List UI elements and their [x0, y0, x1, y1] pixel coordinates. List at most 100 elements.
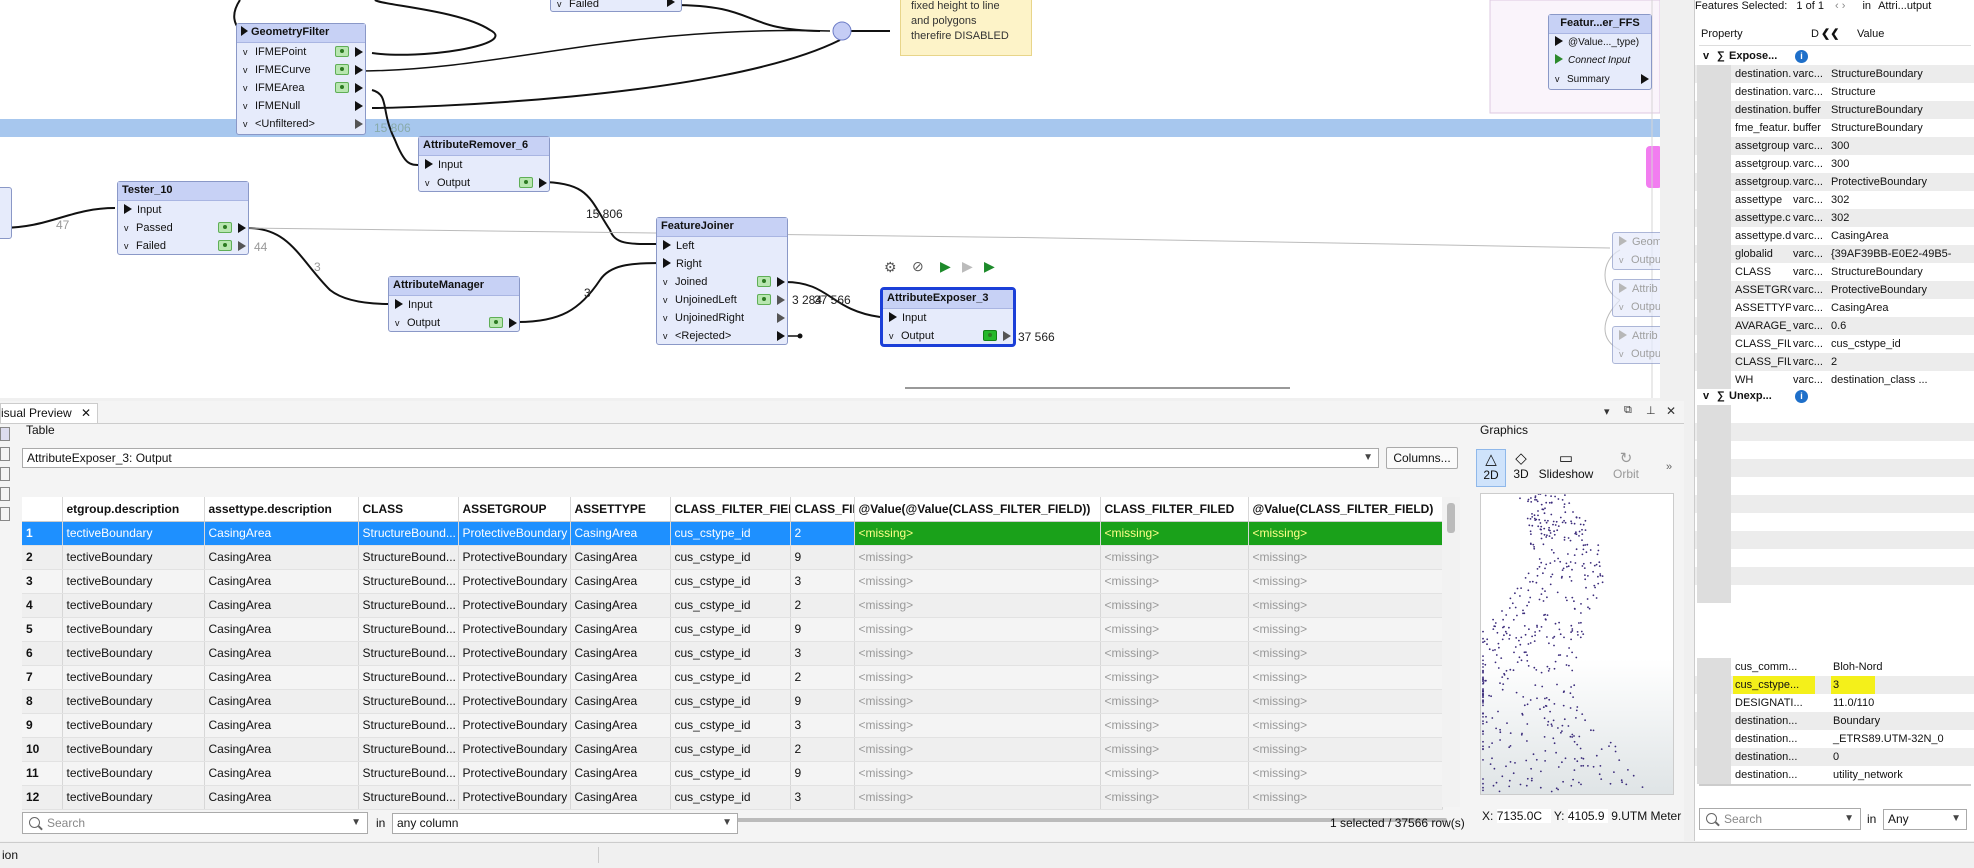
table-row[interactable]: 12 tectiveBoundary CasingArea StructureBoun… — [22, 785, 1443, 810]
column-header[interactable]: ASSETGROUP — [458, 497, 571, 522]
annotation-note[interactable]: fixed height to line and polygons theref… — [900, 0, 1032, 56]
output-port-arrow-icon[interactable] — [355, 65, 363, 75]
more-icon[interactable]: » — [1666, 461, 1672, 473]
column-header[interactable]: CLASS_FIL — [790, 497, 855, 522]
output-port-arrow-icon[interactable] — [355, 83, 363, 93]
select-tool-icon[interactable] — [0, 427, 10, 441]
attribute-exposer-transformer[interactable]: AttributeExposer_3 Input v Output — [880, 287, 1016, 347]
table-search-input[interactable]: Search ▼ — [22, 812, 368, 834]
tool-icon[interactable] — [0, 487, 10, 501]
column-header[interactable]: @Value(@Value(CLASS_FILTER_FIELD)) — [854, 497, 1101, 522]
column-header[interactable]: CLASS — [358, 497, 459, 522]
input-port-arrow-icon[interactable] — [663, 240, 671, 250]
table-row[interactable]: 9 tectiveBoundary CasingArea StructureBound… — [22, 713, 1443, 738]
attribute-row[interactable]: destination... _ETRS89.UTM-32N_0 — [1695, 730, 1974, 748]
table-row[interactable]: 8 tectiveBoundary CasingArea StructureBound… — [22, 689, 1443, 714]
eye-icon[interactable] — [218, 240, 232, 251]
output-port-arrow-icon[interactable] — [355, 47, 363, 57]
input-port-arrow-icon[interactable] — [889, 312, 897, 322]
output-port-arrow-icon[interactable] — [777, 331, 785, 341]
feature-joiner-transformer[interactable]: FeatureJoiner Left Right v Joined v Unjoin… — [656, 217, 788, 345]
column-header[interactable]: etgroup.description — [62, 497, 205, 522]
table-row[interactable]: 5 tectiveBoundary CasingArea StructureBound… — [22, 617, 1443, 642]
attribute-remover-transformer[interactable]: AttributeRemover_6 Input v Output — [418, 136, 550, 192]
input-port-arrow-icon[interactable] — [124, 204, 132, 214]
row-number-header[interactable] — [22, 497, 63, 522]
tool-icon[interactable] — [0, 467, 10, 481]
offscreen-transformer-fragment[interactable]: Geom vOutput — [1612, 232, 1660, 270]
eye-icon[interactable] — [335, 82, 349, 93]
attribute-row[interactable]: fme_featur... buffer StructureBoundary — [1695, 119, 1974, 137]
gear-icon[interactable]: ⚙ — [884, 259, 897, 276]
attribute-row[interactable]: ASSETGROUPvarc... ProtectiveBoundary — [1695, 281, 1974, 299]
view-3d-button[interactable]: ◇ 3D — [1508, 449, 1534, 487]
unexposed-attributes-group[interactable]: v ∑ Unexp... i — [1695, 387, 1974, 405]
output-port-arrow-icon[interactable] — [238, 223, 246, 233]
attribute-row[interactable]: assetgroup varc... 300 — [1695, 137, 1974, 155]
attribute-row[interactable]: CLASS_FILT...varc... 2 — [1695, 353, 1974, 371]
attribute-row[interactable]: CLASS_FILT...varc... cus_cstype_id — [1695, 335, 1974, 353]
geometry-filter-transformer[interactable]: GeometryFilter v IFMEPoint v IFMECurve v IF… — [236, 23, 366, 135]
view-2d-button[interactable]: △ 2D — [1476, 449, 1506, 487]
attribute-row[interactable]: assetgroup...varc... ProtectiveBoundary — [1695, 173, 1974, 191]
attribute-row[interactable]: destination... 0 — [1695, 748, 1974, 766]
table-row[interactable]: 10 tectiveBoundary CasingArea StructureBoun… — [22, 737, 1443, 762]
column-header[interactable]: CLASS_FILTER_FIELD — [670, 497, 791, 522]
attribute-row[interactable]: assettype.c...varc... 302 — [1695, 209, 1974, 227]
attribute-row[interactable]: cus_cstype... 3 — [1695, 676, 1974, 694]
attribute-row[interactable]: assetgroup...varc... 300 — [1695, 155, 1974, 173]
tool-icon[interactable] — [0, 447, 10, 461]
input-port-arrow-icon[interactable] — [425, 159, 433, 169]
table-vertical-scrollbar[interactable] — [1442, 497, 1460, 807]
input-port-arrow-icon[interactable] — [663, 258, 671, 268]
eye-icon[interactable] — [335, 64, 349, 75]
output-port-arrow-icon[interactable] — [777, 295, 785, 305]
search-column-select[interactable]: any column ▼ — [392, 813, 738, 834]
table-row[interactable]: 3 tectiveBoundary CasingArea StructureBound… — [22, 569, 1443, 594]
info-icon[interactable]: i — [1795, 50, 1808, 63]
input-port-arrow-icon[interactable] — [241, 26, 248, 36]
restore-icon[interactable]: ⧉ — [1624, 404, 1632, 417]
close-icon[interactable]: ✕ — [81, 406, 91, 420]
output-port-arrow-icon[interactable] — [777, 313, 785, 323]
input-port-arrow-icon[interactable] — [395, 299, 403, 309]
attribute-row[interactable]: DESIGNATI... 11.0/110 — [1695, 694, 1974, 712]
attribute-row[interactable]: CLASS varc... StructureBoundary — [1695, 263, 1974, 281]
nav-arrows-icon[interactable]: ‹ › — [1835, 0, 1845, 12]
attribute-manager-transformer[interactable]: AttributeManager Input v Output — [388, 276, 520, 332]
eye-icon[interactable] — [757, 294, 771, 305]
info-icon[interactable]: i — [1795, 390, 1808, 403]
table-row[interactable]: 2 tectiveBoundary CasingArea StructureBound… — [22, 545, 1443, 570]
property-scope-select[interactable]: Any ▼ — [1883, 809, 1967, 830]
run-partial-icon[interactable]: ▶ — [984, 258, 995, 275]
column-header[interactable]: assettype.description — [204, 497, 359, 522]
tab-visual-preview[interactable]: isual Preview ✕ — [0, 403, 99, 423]
offscreen-transformer-fragment[interactable]: Attrib vOutput — [1612, 279, 1660, 317]
attribute-row[interactable]: AVARAGE_...varc... 0.6 — [1695, 317, 1974, 335]
output-port-arrow-icon[interactable] — [777, 277, 785, 287]
attribute-row[interactable]: assettype varc... 302 — [1695, 191, 1974, 209]
attribute-row[interactable]: cus_comm... Bloh-Nord — [1695, 658, 1974, 676]
panel-scrollbar[interactable] — [1699, 784, 1971, 786]
tool-icon[interactable] — [0, 507, 10, 521]
offscreen-transformer-fragment[interactable] — [0, 187, 12, 239]
run-to-this-icon[interactable]: ▶ — [940, 258, 951, 275]
output-port-arrow-icon[interactable] — [667, 0, 675, 7]
table-row[interactable]: 6 tectiveBoundary CasingArea StructureBound… — [22, 641, 1443, 666]
eye-icon[interactable] — [983, 330, 997, 341]
attribute-row[interactable]: destination... Boundary — [1695, 712, 1974, 730]
eye-icon[interactable] — [757, 276, 771, 287]
attribute-row[interactable]: ASSETTYPEvarc... CasingArea — [1695, 299, 1974, 317]
output-port-arrow-icon[interactable] — [509, 318, 517, 328]
property-search-input[interactable]: Search ▼ — [1699, 808, 1861, 830]
eye-icon[interactable] — [489, 317, 503, 328]
feature-writer-transformer[interactable]: Featur...er_FFS @Value..._type) Connect … — [1548, 14, 1652, 90]
attribute-row[interactable]: globalid varc... {39AF39BB-E0E2-49B5- — [1695, 245, 1974, 263]
attribute-row[interactable]: destination... utility_network — [1695, 766, 1974, 784]
table-row[interactable]: 11 tectiveBoundary CasingArea StructureBoun… — [22, 761, 1443, 786]
attribute-row[interactable]: assettype.d...varc... CasingArea — [1695, 227, 1974, 245]
output-port-arrow-icon[interactable] — [1641, 74, 1649, 84]
input-port-arrow-icon[interactable] — [1555, 36, 1563, 46]
output-port-arrow-icon[interactable] — [1003, 331, 1011, 341]
columns-button[interactable]: Columns... — [1386, 447, 1458, 469]
